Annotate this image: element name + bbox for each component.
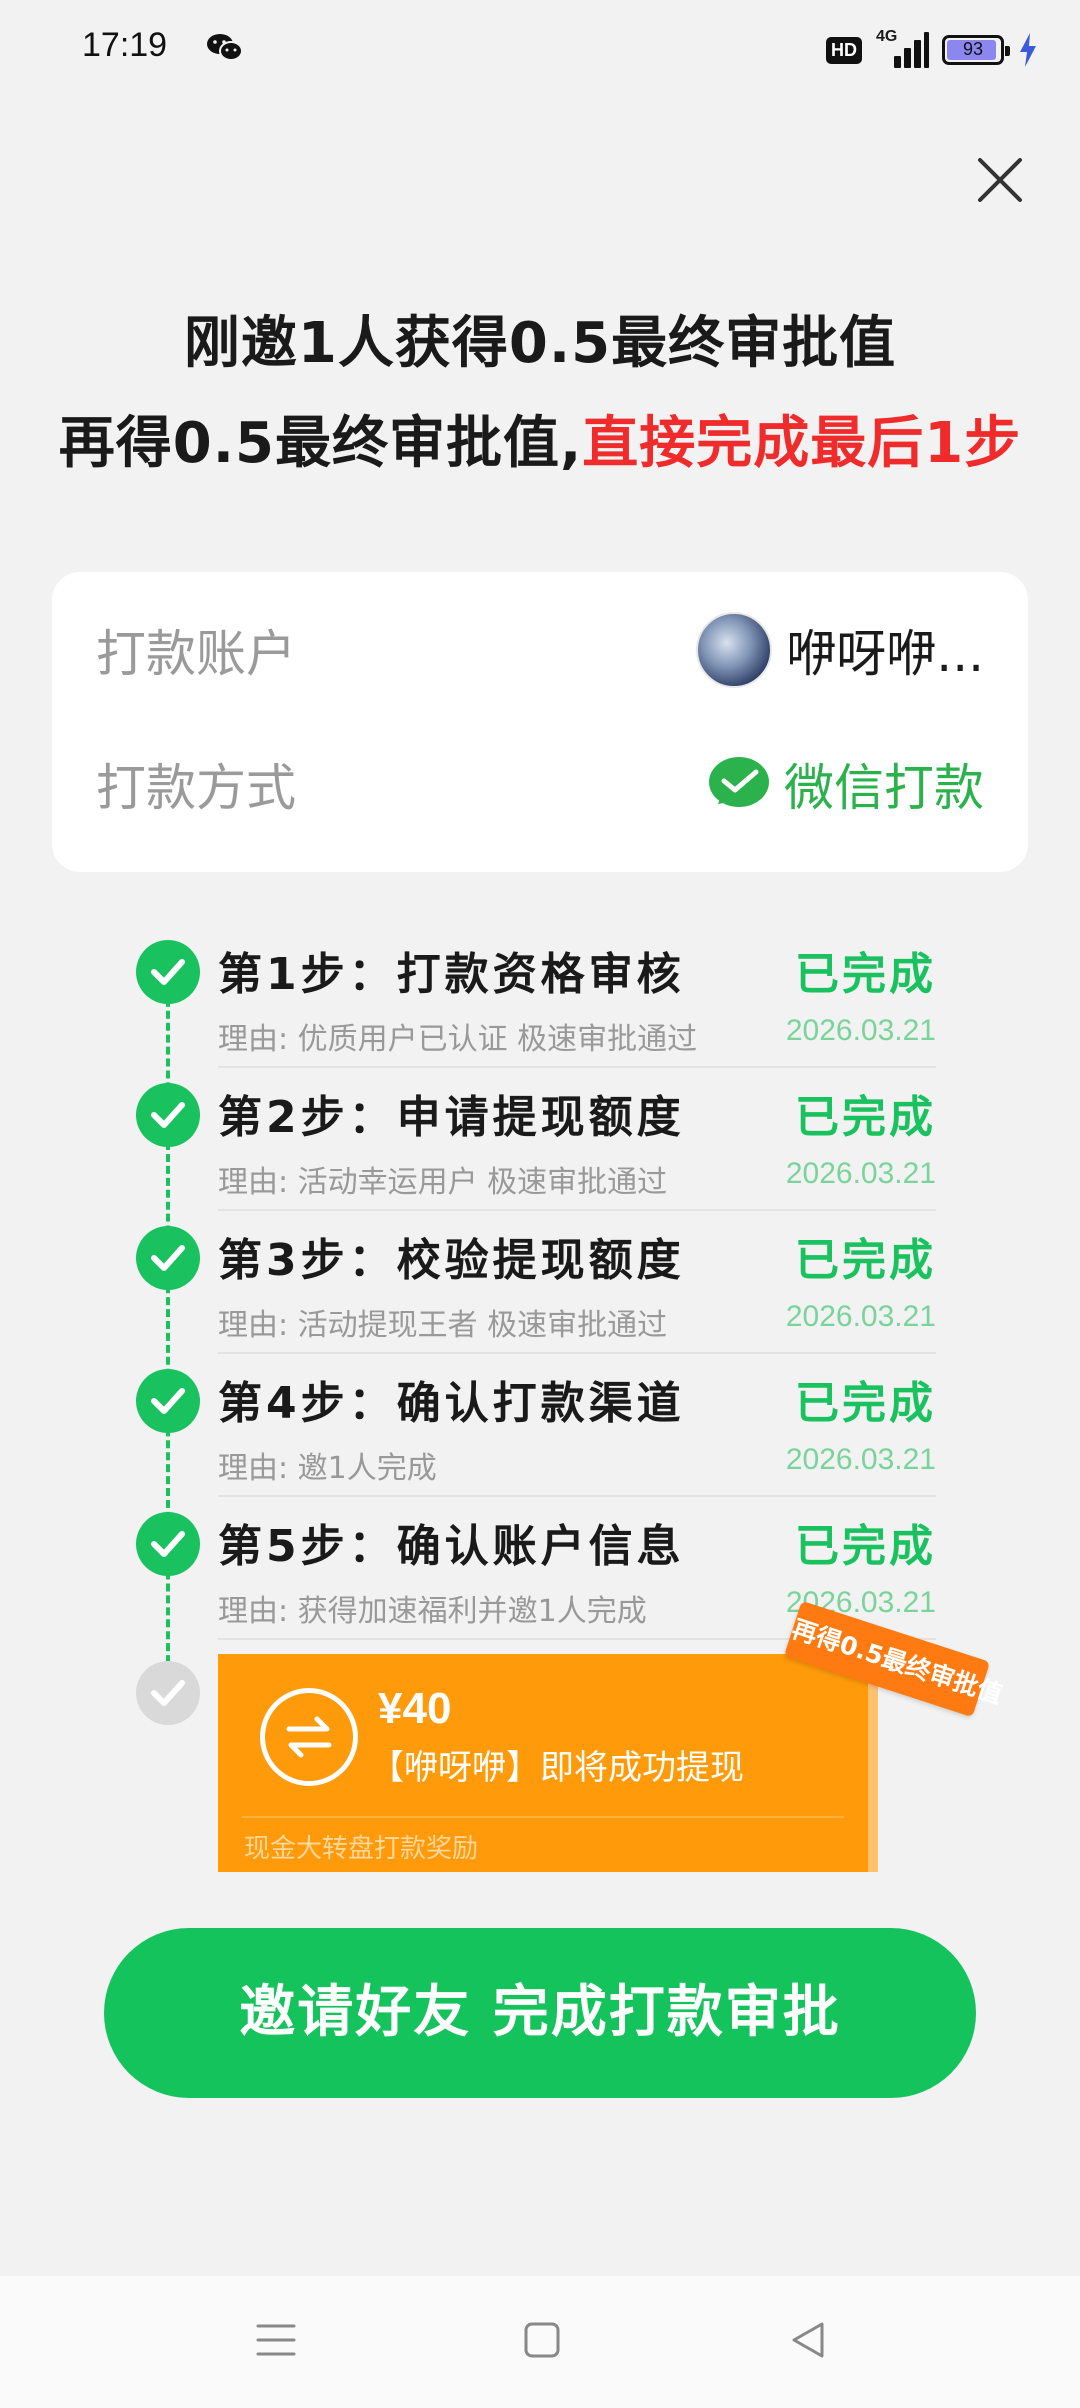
check-icon bbox=[136, 1512, 200, 1576]
check-icon bbox=[136, 940, 200, 1004]
step-item: 第2步：申请提现额度 已完成 理由: 活动幸运用户 极速审批通过 2026.03… bbox=[136, 1083, 936, 1223]
wechat-pay-icon bbox=[709, 757, 769, 807]
step-status: 已完成 bbox=[795, 1521, 936, 1572]
battery-level: 93 bbox=[962, 39, 984, 59]
step-status: 已完成 bbox=[795, 1235, 936, 1286]
withdraw-prize-card[interactable]: ¥40 【咿呀咿】即将成功提现 现金大转盘打款奖励 bbox=[218, 1654, 878, 1872]
close-icon[interactable] bbox=[972, 152, 1028, 208]
step-title: 第2步：申请提现额度 bbox=[218, 1092, 685, 1143]
wechat-notification-icon bbox=[207, 34, 243, 61]
divider bbox=[218, 1066, 936, 1068]
status-time: 17:19 bbox=[82, 26, 168, 64]
home-icon[interactable] bbox=[522, 2320, 562, 2360]
step-date: 2026.03.21 bbox=[785, 1300, 936, 1333]
step-item: 第4步：确认打款渠道 已完成 理由: 邀1人完成 2026.03.21 bbox=[136, 1369, 936, 1509]
headline-line1: 刚邀1人获得0.5最终审批值 bbox=[183, 311, 897, 376]
step-date: 2026.03.21 bbox=[785, 1157, 936, 1190]
method-value-group: 微信打款 bbox=[708, 748, 984, 820]
headline-line2-highlight: 直接完成最后1步 bbox=[582, 411, 1022, 476]
signal-icon: 4G bbox=[876, 28, 929, 68]
step-date: 2026.03.21 bbox=[785, 1443, 936, 1476]
method-label: 打款方式 bbox=[96, 759, 296, 817]
account-name: 咿呀咿... bbox=[786, 625, 984, 683]
status-bar: 17:19 HD 4G 93 bbox=[0, 0, 1080, 96]
account-row: 打款账户 咿呀咿... bbox=[96, 610, 984, 690]
system-navigation-bar bbox=[0, 2276, 1080, 2408]
payment-info-card: 打款账户 咿呀咿... 打款方式 微信打款 bbox=[52, 572, 1028, 872]
divider bbox=[218, 1352, 936, 1354]
method-value: 微信打款 bbox=[784, 759, 984, 817]
step-item: 第1步：打款资格审核 已完成 理由: 优质用户已认证 极速审批通过 2026.0… bbox=[136, 940, 936, 1080]
check-icon bbox=[136, 1369, 200, 1433]
prize-footer: 现金大转盘打款奖励 bbox=[244, 1834, 479, 1864]
step-status: 已完成 bbox=[795, 1092, 936, 1143]
step-title: 第4步：确认打款渠道 bbox=[218, 1378, 685, 1429]
account-label: 打款账户 bbox=[96, 625, 296, 683]
step-item: 第3步：校验提现额度 已完成 理由: 活动提现王者 极速审批通过 2026.03… bbox=[136, 1226, 936, 1366]
battery-icon: 93 bbox=[942, 35, 1010, 65]
step-status: 已完成 bbox=[795, 949, 936, 1000]
prize-amount: ¥40 bbox=[378, 1684, 452, 1733]
back-icon[interactable] bbox=[788, 2320, 828, 2360]
step-title: 第5步：确认账户信息 bbox=[218, 1521, 685, 1572]
divider bbox=[218, 1495, 936, 1497]
hd-badge: HD bbox=[826, 36, 862, 64]
divider bbox=[218, 1209, 936, 1211]
charging-icon bbox=[1020, 33, 1036, 67]
pending-check-icon bbox=[136, 1661, 200, 1725]
avatar bbox=[696, 612, 773, 688]
prize-message: 【咿呀咿】即将成功提现 bbox=[370, 1748, 744, 1788]
check-icon bbox=[136, 1083, 200, 1147]
account-value-group: 咿呀咿... bbox=[696, 612, 984, 688]
step-reason: 理由: 获得加速福利并邀1人完成 bbox=[218, 1594, 647, 1629]
step-status: 已完成 bbox=[795, 1378, 936, 1429]
step-reason: 理由: 优质用户已认证 极速审批通过 bbox=[218, 1022, 698, 1057]
step-reason: 理由: 活动幸运用户 极速审批通过 bbox=[218, 1165, 668, 1200]
signal-label: 4G bbox=[876, 28, 898, 45]
exchange-icon bbox=[260, 1688, 358, 1786]
step-date: 2026.03.21 bbox=[785, 1014, 936, 1047]
divider bbox=[242, 1816, 844, 1818]
headline-line2-plain: 再得0.5最终审批值, bbox=[58, 411, 583, 476]
invite-friends-button[interactable]: 邀请好友 完成打款审批 bbox=[104, 1928, 976, 2098]
step-reason: 理由: 活动提现王者 极速审批通过 bbox=[218, 1308, 668, 1343]
step-reason: 理由: 邀1人完成 bbox=[218, 1451, 437, 1486]
method-row: 打款方式 微信打款 bbox=[96, 744, 984, 824]
step-title: 第3步：校验提现额度 bbox=[218, 1235, 685, 1286]
check-icon bbox=[136, 1226, 200, 1290]
step-title: 第1步：打款资格审核 bbox=[218, 949, 685, 1000]
menu-icon[interactable] bbox=[256, 2320, 296, 2360]
headline-line2: 再得0.5最终审批值,直接完成最后1步 bbox=[0, 398, 1080, 479]
